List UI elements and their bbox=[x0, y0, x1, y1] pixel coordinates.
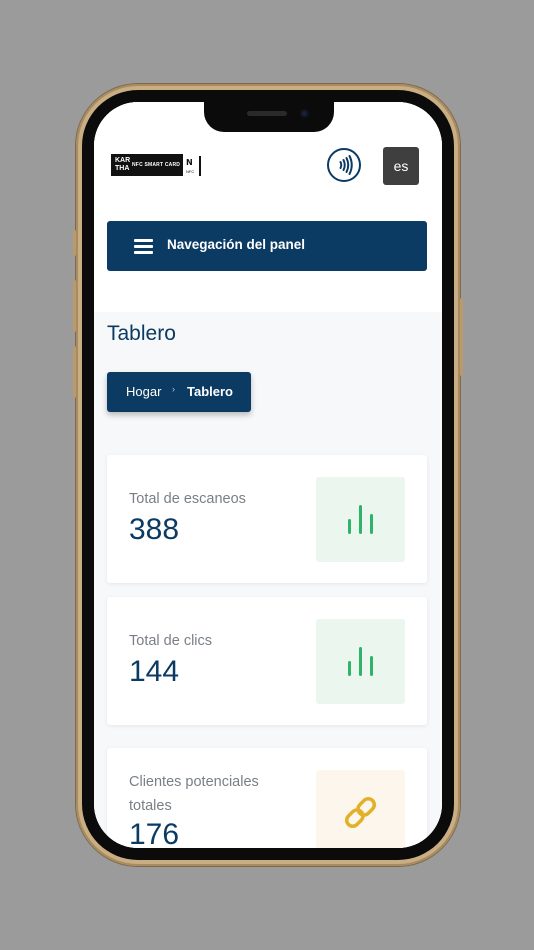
stat-label: Clientes potenciales totales bbox=[129, 774, 259, 814]
volume-down-button bbox=[73, 346, 76, 398]
nfc-mark-icon: N NFC bbox=[185, 156, 201, 176]
stat-icon-box bbox=[316, 619, 405, 704]
bar-chart-icon bbox=[348, 505, 373, 534]
logo-tagline: NFC SMART CARD bbox=[132, 162, 181, 168]
nfc-mark-caption: NFC bbox=[186, 169, 195, 174]
app-root: KAR THA NFC SMART CARD N NFC es Navegaci… bbox=[94, 102, 442, 848]
phone-frame: KAR THA NFC SMART CARD N NFC es Navegaci… bbox=[73, 84, 463, 866]
brand-logo[interactable]: KAR THA NFC SMART CARD bbox=[111, 154, 183, 176]
stat-card-leads: Clientes potenciales totales 176 bbox=[107, 748, 427, 848]
phone-bezel: KAR THA NFC SMART CARD N NFC es Navegaci… bbox=[82, 90, 454, 860]
page-title: Tablero bbox=[107, 322, 176, 345]
logo-text-line2: THA bbox=[115, 165, 130, 172]
dashboard-nav-toggle[interactable]: Navegación del panel bbox=[107, 221, 427, 271]
power-button bbox=[460, 298, 463, 376]
breadcrumb: Hogar › Tablero bbox=[107, 372, 251, 412]
nav-title: Navegación del panel bbox=[167, 237, 306, 252]
link-icon bbox=[344, 796, 377, 829]
stat-icon-box bbox=[316, 477, 405, 562]
notch bbox=[204, 102, 334, 132]
stat-value: 176 bbox=[129, 818, 180, 848]
stat-icon-box bbox=[316, 770, 405, 848]
stat-label: Total de clics bbox=[129, 633, 213, 649]
nfc-mark-letter: N bbox=[186, 158, 193, 167]
front-camera bbox=[300, 109, 309, 118]
nfc-scan-button[interactable] bbox=[327, 148, 361, 182]
breadcrumb-home-link[interactable]: Hogar bbox=[126, 384, 161, 399]
bar-chart-icon bbox=[348, 647, 373, 676]
phone-screen: KAR THA NFC SMART CARD N NFC es Navegaci… bbox=[94, 102, 442, 848]
hamburger-menu-icon bbox=[134, 239, 153, 254]
silent-switch bbox=[73, 230, 76, 256]
contactless-icon bbox=[339, 155, 353, 175]
stat-card-clicks: Total de clics 144 bbox=[107, 597, 427, 725]
breadcrumb-current: Tablero bbox=[187, 384, 233, 399]
stat-label: Total de escaneos bbox=[129, 491, 246, 507]
language-button[interactable]: es bbox=[383, 147, 419, 185]
volume-up-button bbox=[73, 280, 76, 332]
stat-card-scans: Total de escaneos 388 bbox=[107, 455, 427, 583]
logo-text-line1: KAR bbox=[115, 157, 131, 164]
speaker bbox=[247, 111, 287, 116]
stat-value: 388 bbox=[129, 513, 180, 546]
stat-value: 144 bbox=[129, 655, 180, 688]
breadcrumb-separator-icon: › bbox=[172, 384, 175, 394]
